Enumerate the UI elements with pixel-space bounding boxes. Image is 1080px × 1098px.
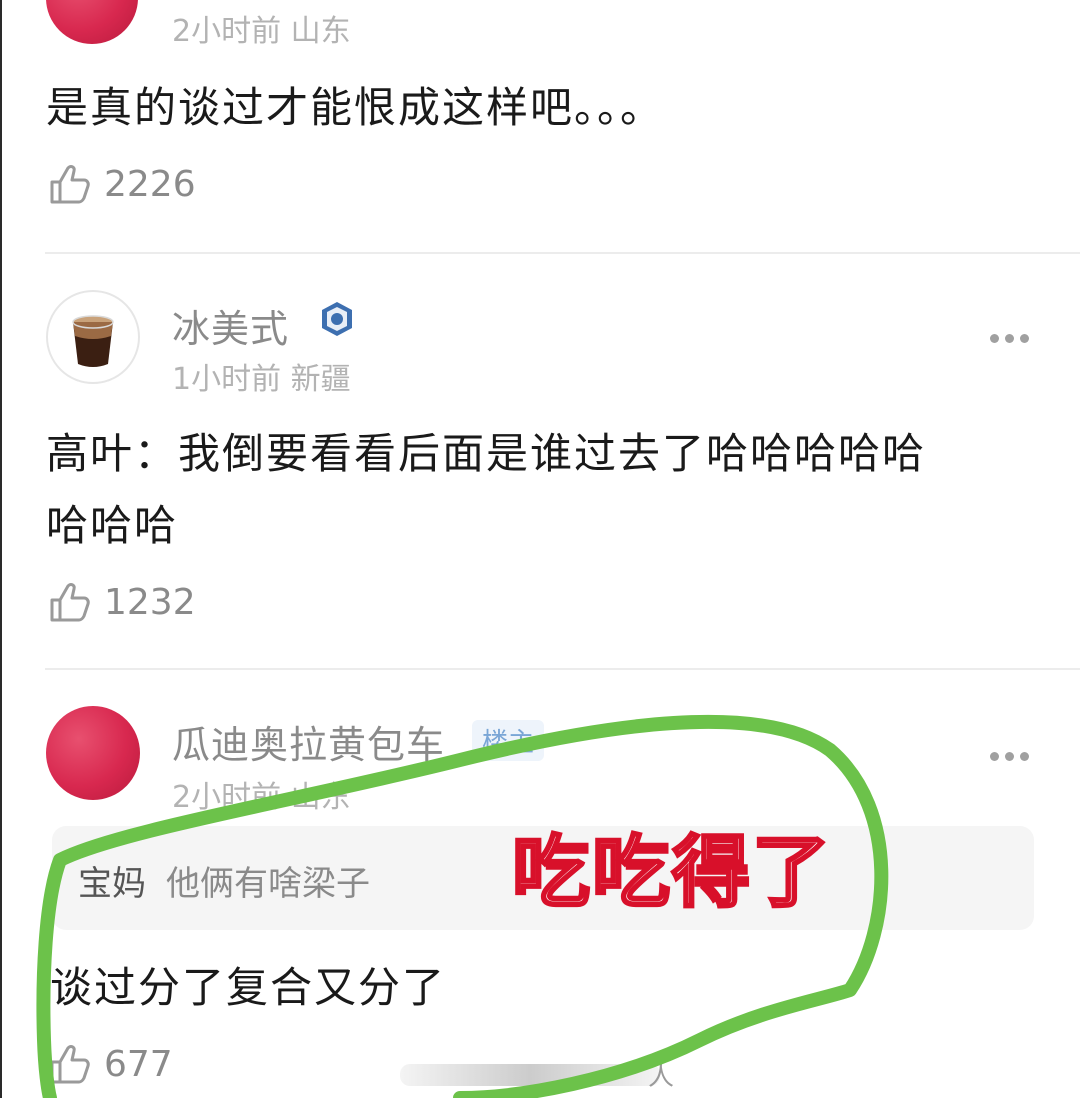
like-count: 1232 [104,581,196,623]
quote-text: 他俩有啥梁子 [166,864,370,904]
watermark-blur [400,1064,660,1086]
comment-text: 谈过分了复合又分了 [50,963,447,1012]
like-count: 677 [104,1043,173,1085]
comment-meta: 1小时前 新疆 [172,362,351,397]
comment-text: 是真的谈过才能恨成这样吧。。。 [46,83,665,132]
avatar[interactable] [46,706,140,800]
more-dots-icon[interactable] [990,752,1029,761]
vip-badge-icon [318,300,356,338]
iced-coffee-icon [72,315,114,367]
op-badge: 楼主 [472,720,545,761]
like-button[interactable]: 2226 [48,162,196,206]
thumbs-up-icon [50,1045,90,1084]
comment-meta: 2小时前 山东 [172,780,351,815]
watermark-glyph: 人 [648,1062,675,1092]
comment-feed: 2小时前 山东 是真的谈过才能恨成这样吧。。。 2226 冰美式 1小时前 新疆… [0,0,1080,1098]
comment-text-line-2: 哈哈哈 [46,501,179,550]
username[interactable]: 瓜迪奥拉黄包车 [172,714,445,769]
comment-meta: 2小时前 山东 [172,14,351,49]
divider [45,668,1080,670]
thumbs-up-icon [50,165,90,204]
like-button[interactable]: 677 [48,1042,173,1086]
comment-text-line-1: 高叶：我倒要看看后面是谁过去了哈哈哈哈哈 [46,429,927,478]
like-button[interactable]: 1232 [48,580,196,624]
annotation-text: 吃吃得了 [510,827,833,920]
more-dots-icon[interactable] [990,334,1029,343]
avatar[interactable] [46,290,140,384]
thumbs-up-icon [50,583,90,622]
avatar[interactable] [46,0,138,44]
quote-author[interactable]: 宝妈 [78,856,146,905]
screen-edge [0,0,2,1098]
divider [45,252,1080,254]
like-count: 2226 [104,163,196,205]
username[interactable]: 冰美式 [172,298,289,353]
